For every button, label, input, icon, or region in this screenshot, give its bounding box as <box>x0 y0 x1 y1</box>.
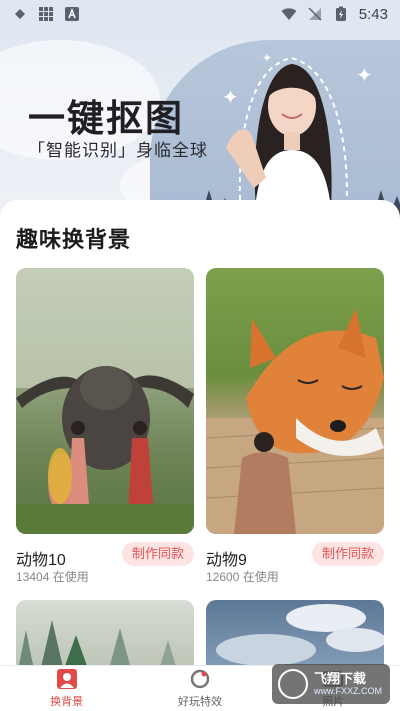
nav-label: 好玩特效 <box>177 696 222 708</box>
template-title: 动物10 <box>16 552 66 569</box>
make-same-button[interactable]: 制作同款 <box>122 542 194 566</box>
hero-banner[interactable]: ✦ ✦ ✦ 一键抠图 「智能识别」身临全球 <box>0 0 400 220</box>
status-bar: 5:43 <box>0 0 400 28</box>
template-card[interactable]: 动物10 13404 在使用 制作同款 <box>16 268 194 584</box>
keyboard-a-icon <box>65 7 79 21</box>
buffalo-scene-image <box>16 268 194 534</box>
no-signal-icon <box>308 7 322 21</box>
nav-tab-change-background[interactable]: 换背景 <box>0 666 133 711</box>
template-usage-count: 13404 在使用 <box>16 570 89 584</box>
hero-subtitle: 「智能识别」身临全球 <box>28 141 208 160</box>
site-watermark: 飞翔下载 www.FXXZ.COM <box>272 664 390 704</box>
fox-scene-image <box>206 308 384 534</box>
hero-title: 一键抠图 <box>28 98 184 139</box>
battery-charging-icon <box>335 6 346 21</box>
effects-icon <box>190 669 210 689</box>
nav-tab-effects[interactable]: 好玩特效 <box>133 666 266 711</box>
portrait-icon <box>56 669 77 689</box>
content-panel: 趣味换背景 动物10 13404 在使用 制作同款 动物9 12600 在使用 … <box>0 200 400 680</box>
template-thumbnail-buffalo[interactable] <box>16 268 194 534</box>
template-title: 动物9 <box>206 552 247 569</box>
section-title: 趣味换背景 <box>16 227 132 252</box>
template-thumbnail-fox[interactable] <box>206 268 384 534</box>
wifi-icon <box>281 8 297 20</box>
template-usage-count: 12600 在使用 <box>206 570 279 584</box>
model-portrait-image <box>226 56 348 218</box>
watermark-url: www.FXXZ.COM <box>314 686 383 696</box>
app-notification-icon <box>15 9 25 19</box>
status-time: 5:43 <box>358 5 388 23</box>
nav-label: 换背景 <box>50 696 84 708</box>
watermark-logo-icon <box>278 669 308 699</box>
template-card[interactable]: 动物9 12600 在使用 制作同款 <box>206 268 384 584</box>
make-same-button[interactable]: 制作同款 <box>312 542 384 566</box>
watermark-text: 飞翔下载 <box>314 671 367 686</box>
grid-icon <box>39 7 53 21</box>
